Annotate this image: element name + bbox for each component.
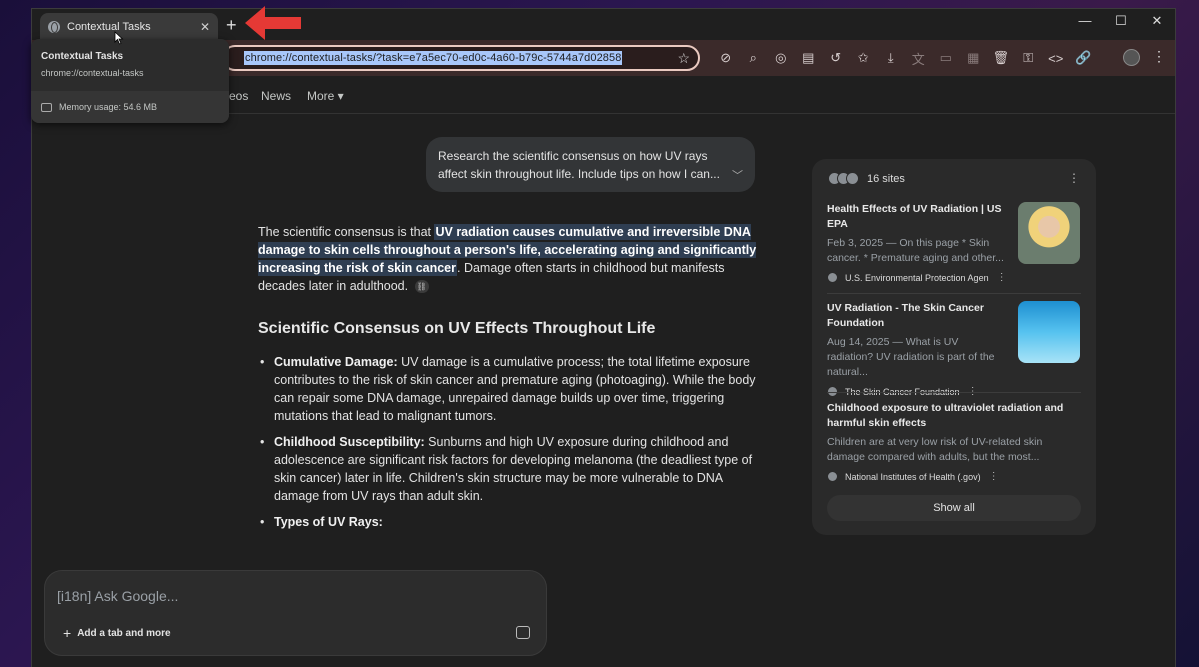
epa-favicon-icon <box>827 272 838 283</box>
tab-title: Contextual Tasks <box>67 20 151 33</box>
download-icon[interactable]: ⤓ <box>877 50 905 66</box>
user-prompt-line: affect skin throughout life. Include tip… <box>438 167 720 181</box>
sources-menu-icon[interactable]: ⋮ <box>1068 171 1080 185</box>
tab-contextual-tasks[interactable]: Contextual Tasks ✕ <box>40 13 218 40</box>
ask-input-placeholder[interactable]: [i18n] Ask Google... <box>57 588 178 604</box>
code-icon[interactable]: <> <box>1042 51 1070 66</box>
apps-icon[interactable]: ▦ <box>960 50 988 66</box>
globe-icon <box>48 20 60 33</box>
memory-usage-text: Memory usage: 54.6 MB <box>59 102 158 112</box>
bookmark-star-icon[interactable]: ☆ <box>677 50 690 67</box>
source-footer: U.S. Environmental Protection Agen ⋮ <box>827 272 1080 283</box>
sources-count: 16 sites <box>867 172 905 185</box>
search-tab-icon[interactable]: ⌕ <box>740 50 768 66</box>
nav-videos[interactable]: eos <box>229 89 248 103</box>
bullet-label: Childhood Susceptibility: <box>274 435 425 449</box>
source-card[interactable]: Health Effects of UV Radiation | US EPA … <box>827 202 1080 283</box>
translate-icon[interactable]: 文 <box>905 49 933 68</box>
citation-link-icon[interactable]: ⛓ <box>414 280 429 294</box>
ask-input-box[interactable]: [i18n] Ask Google... + Add a tab and mor… <box>44 570 547 656</box>
title-bar: Contextual Tasks ✕ + — ☐ ✕ <box>32 9 1175 40</box>
show-all-button[interactable]: Show all <box>827 495 1081 521</box>
password-key-icon[interactable]: ⚿ <box>1015 50 1043 66</box>
link-icon[interactable]: 🔗 <box>1070 50 1098 66</box>
delete-icon[interactable]: 🗑 <box>987 50 1015 66</box>
site-favicon-icon <box>846 172 859 185</box>
source-card[interactable]: UV Radiation - The Skin Cancer Foundatio… <box>827 301 1080 397</box>
chat-content: Research the scientific consensus on how… <box>32 115 1175 667</box>
source-more-icon[interactable]: ⋮ <box>997 272 1007 283</box>
list-item: Childhood Susceptibility: Sunburns and h… <box>258 433 758 505</box>
source-name: National Institutes of Health (.gov) <box>845 471 981 482</box>
divider <box>827 293 1081 294</box>
source-thumbnail[interactable] <box>1018 301 1080 363</box>
plus-icon: + <box>63 625 72 641</box>
close-window-button[interactable]: ✕ <box>1139 9 1175 33</box>
list-item: Cumulative Damage: UV damage is a cumula… <box>258 353 758 425</box>
bullet-list: Cumulative Damage: UV damage is a cumula… <box>258 353 758 539</box>
bullet-label: Types of UV Rays: <box>274 515 383 529</box>
hovercard-title: Contextual Tasks <box>41 51 124 62</box>
nav-news[interactable]: News <box>261 89 291 103</box>
cast-icon[interactable]: ▭ <box>932 50 960 66</box>
sources-panel: 16 sites ⋮ Health Effects of UV Radiatio… <box>812 159 1096 535</box>
chevron-down-icon[interactable]: ﹀ <box>732 167 743 185</box>
tab-hover-card: Contextual Tasks chrome://contextual-tas… <box>31 39 229 123</box>
source-title[interactable]: Childhood exposure to ultraviolet radiat… <box>827 401 1067 431</box>
extensions-off-icon[interactable]: ⊘ <box>712 50 740 66</box>
source-title[interactable]: Health Effects of UV Radiation | US EPA <box>827 202 1005 232</box>
divider <box>827 392 1081 393</box>
mouse-cursor-icon <box>114 31 124 45</box>
answer-paragraph: The scientific consensus is that UV radi… <box>258 223 758 295</box>
reading-mode-icon[interactable]: ▤ <box>795 50 823 66</box>
lens-camera-icon[interactable] <box>516 626 530 639</box>
window-controls: — ☐ ✕ <box>1067 9 1175 33</box>
source-thumbnail[interactable] <box>1018 202 1080 264</box>
user-prompt-bubble[interactable]: Research the scientific consensus on how… <box>426 137 755 192</box>
list-item: Types of UV Rays: <box>258 513 758 531</box>
source-snippet: Aug 14, 2025 — What is UV radiation? UV … <box>827 336 995 378</box>
source-card[interactable]: Childhood exposure to ultraviolet radiat… <box>827 401 1080 482</box>
source-more-icon[interactable]: ⋮ <box>989 471 999 482</box>
favorites-icon[interactable]: ✩ <box>850 50 878 66</box>
source-title[interactable]: UV Radiation - The Skin Cancer Foundatio… <box>827 301 1005 331</box>
nih-favicon-icon <box>827 471 838 482</box>
sources-header[interactable]: 16 sites <box>828 172 905 185</box>
source-footer: National Institutes of Health (.gov) ⋮ <box>827 471 1080 482</box>
tab-close-icon[interactable]: ✕ <box>200 20 210 34</box>
minimize-button[interactable]: — <box>1067 9 1103 33</box>
menu-icon[interactable]: ⋮ <box>1152 48 1166 65</box>
new-tab-button[interactable]: + <box>226 15 237 36</box>
annotation-arrow-icon <box>245 6 301 40</box>
hovercard-memory: Memory usage: 54.6 MB <box>31 91 229 123</box>
bullet-label: Cumulative Damage: <box>274 355 398 369</box>
profile-avatar[interactable] <box>1123 49 1140 66</box>
memory-icon <box>41 102 52 112</box>
source-name: U.S. Environmental Protection Agen <box>845 272 989 283</box>
history-icon[interactable]: ↺ <box>822 50 850 66</box>
maximize-button[interactable]: ☐ <box>1103 9 1139 33</box>
lens-icon[interactable]: ◎ <box>767 50 795 66</box>
toolbar-icons: ⊘ ⌕ ◎ ▤ ↺ ✩ ⤓ 文 ▭ ▦ 🗑 ⚿ <> 🔗 <box>712 40 1097 76</box>
user-prompt-line: Research the scientific consensus on how… <box>438 149 708 163</box>
add-tab-button[interactable]: + Add a tab and more <box>63 625 171 641</box>
section-heading: Scientific Consensus on UV Effects Throu… <box>258 320 656 337</box>
hovercard-url: chrome://contextual-tasks <box>41 68 144 78</box>
add-tab-label: Add a tab and more <box>77 627 171 639</box>
nav-more[interactable]: More ▾ <box>307 89 344 103</box>
url-text[interactable]: chrome://contextual-tasks/?task=e7a5ec70… <box>244 51 623 65</box>
source-snippet: Feb 3, 2025 — On this page * Skin cancer… <box>827 237 1004 264</box>
answer-intro: The scientific consensus is that <box>258 225 435 239</box>
source-snippet: Children are at very low risk of UV-rela… <box>827 436 1043 463</box>
